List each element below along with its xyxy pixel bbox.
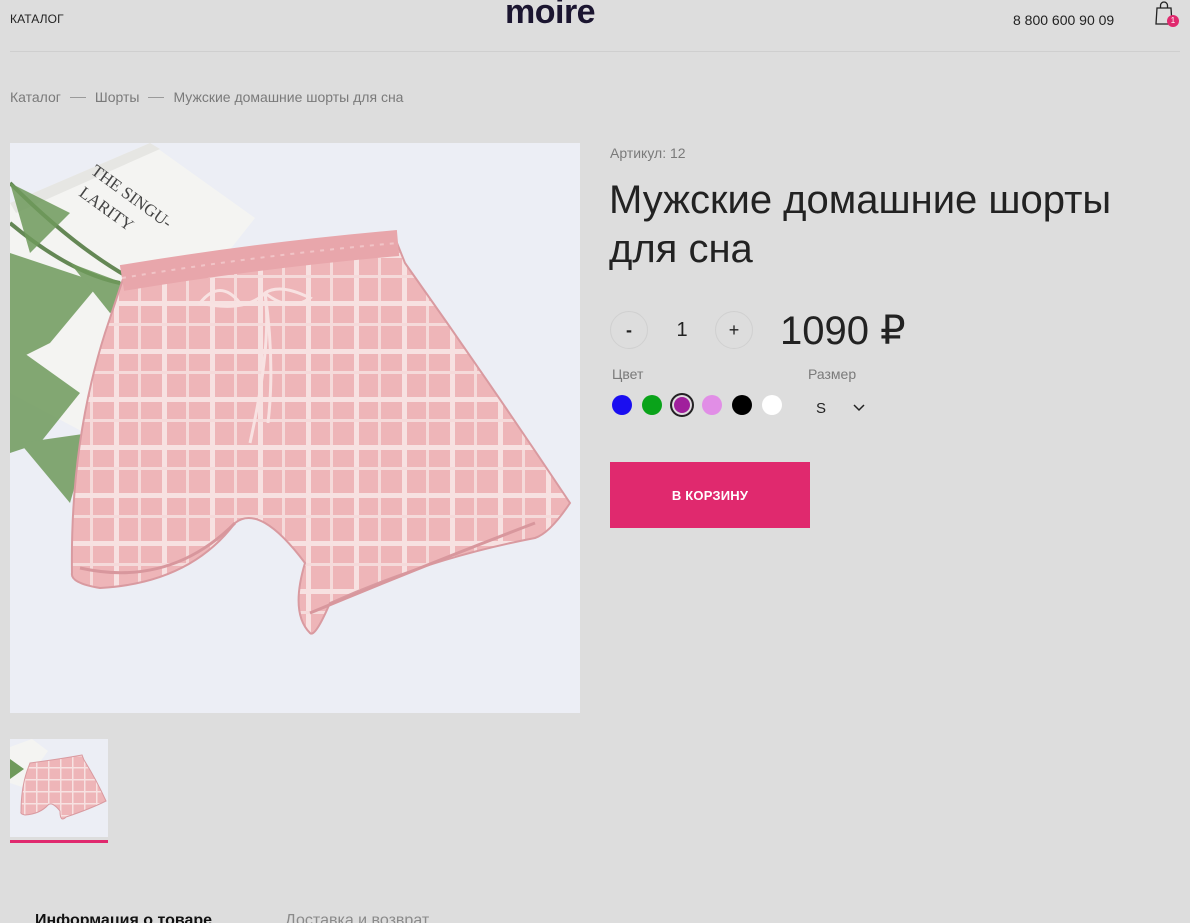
breadcrumb-shorts[interactable]: Шорты xyxy=(95,89,140,105)
color-swatch-blue[interactable] xyxy=(612,395,632,415)
breadcrumb-separator xyxy=(148,96,165,98)
cart-button[interactable]: 1 xyxy=(1154,0,1184,30)
product-photo: THE SINGU- LARITY xyxy=(10,143,580,713)
product-main-image[interactable]: THE SINGU- LARITY xyxy=(10,143,580,713)
logo-text: moire xyxy=(505,0,596,31)
site-header: КАТАЛОГ moire 8 800 600 90 09 1 xyxy=(10,0,1180,52)
catalog-link[interactable]: КАТАЛОГ xyxy=(10,12,64,26)
logo[interactable]: moire xyxy=(505,0,625,32)
product-title: Мужские домашние шорты для сна xyxy=(609,178,1112,271)
breadcrumb-catalog[interactable]: Каталог xyxy=(10,89,61,105)
color-swatch-purple[interactable] xyxy=(670,393,694,417)
cart-count-badge: 1 xyxy=(1167,15,1179,27)
quantity-increase-button[interactable]: + xyxy=(715,311,753,349)
phone-number[interactable]: 8 800 600 90 09 xyxy=(1013,12,1114,28)
size-select[interactable]: S xyxy=(808,396,874,420)
chevron-down-icon xyxy=(853,404,865,412)
quantity-stepper: - 1 + xyxy=(610,311,755,351)
product-thumbnail[interactable] xyxy=(10,739,108,837)
thumbnail-active-indicator xyxy=(10,840,108,843)
add-to-cart-button[interactable]: В КОРЗИНУ xyxy=(610,462,810,528)
breadcrumb-current: Мужские домашние шорты для сна xyxy=(173,89,404,105)
product-article: Артикул: 12 xyxy=(610,145,686,161)
tab-product-info[interactable]: Информация о товаре xyxy=(35,912,212,923)
color-swatch-pink[interactable] xyxy=(702,395,722,415)
color-swatch-black[interactable] xyxy=(732,395,752,415)
breadcrumb: Каталог Шорты Мужские домашние шорты для… xyxy=(10,89,403,105)
product-price: 1090 ₽ xyxy=(780,309,906,353)
quantity-decrease-button[interactable]: - xyxy=(610,311,648,349)
color-swatch-green[interactable] xyxy=(642,395,662,415)
tab-delivery-returns[interactable]: Доставка и возврат xyxy=(285,912,429,923)
breadcrumb-separator xyxy=(69,96,86,98)
thumbnail-photo xyxy=(10,739,108,837)
quantity-value[interactable]: 1 xyxy=(662,319,702,342)
color-swatch-white[interactable] xyxy=(762,395,782,415)
color-swatches xyxy=(612,393,792,417)
size-label: Размер xyxy=(808,366,857,382)
size-value: S xyxy=(816,400,827,417)
color-label: Цвет xyxy=(612,366,644,382)
